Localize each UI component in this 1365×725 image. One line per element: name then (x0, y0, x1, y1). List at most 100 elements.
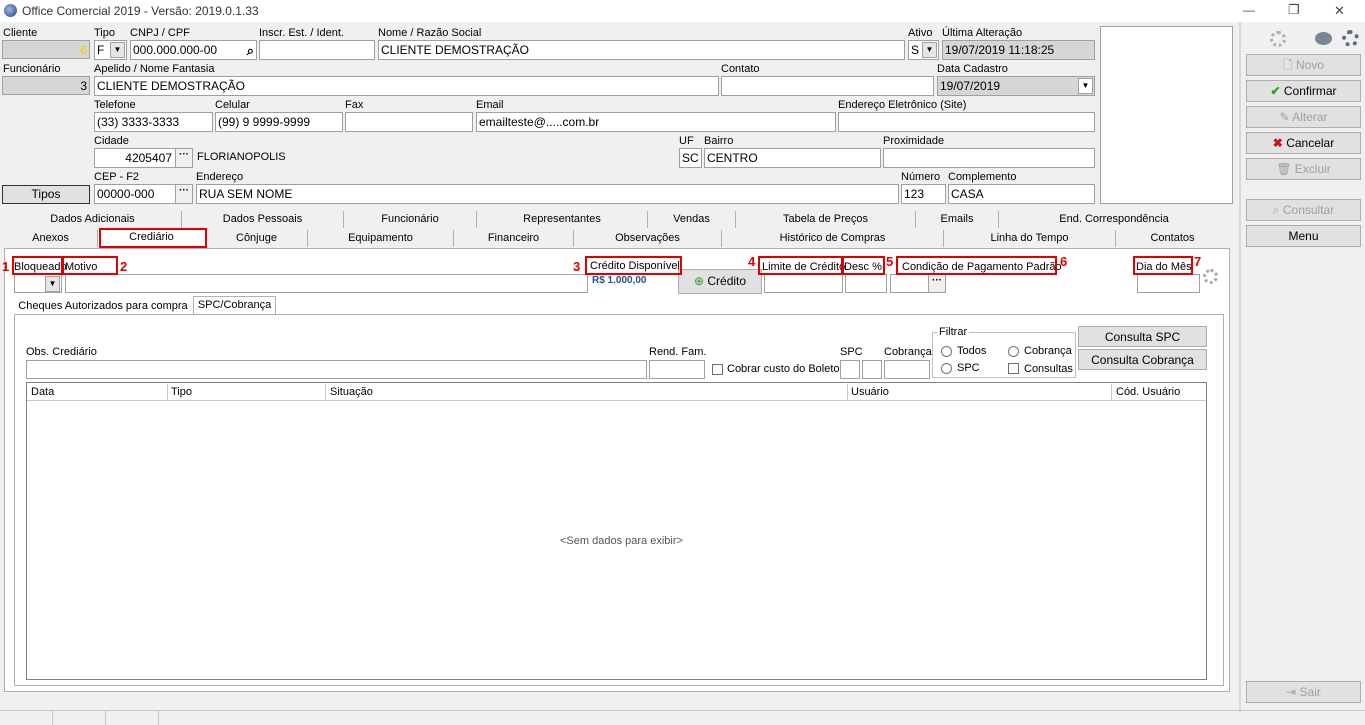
endereco-input[interactable]: RUA SEM NOME (196, 184, 899, 204)
gear-icon[interactable] (1203, 269, 1218, 284)
radio-cobranca[interactable] (1008, 346, 1019, 357)
cadastro-field[interactable]: 19/07/2019 ▼ (937, 76, 1095, 96)
subtabs: Cheques Autorizados para compra SPC/Cobr… (14, 296, 1224, 315)
email-input[interactable]: emailteste@.....com.br (476, 112, 836, 132)
subtab-cheques[interactable]: Cheques Autorizados para compra (14, 298, 192, 315)
tab-emails[interactable]: Emails (916, 211, 999, 228)
contato-label: Contato (721, 63, 760, 75)
col-divider (847, 384, 848, 400)
cobranca-input[interactable] (884, 360, 930, 379)
numero-input[interactable]: 123 (901, 184, 946, 204)
fax-input[interactable] (345, 112, 473, 132)
spc-input[interactable] (840, 360, 860, 379)
cobrar-checkbox[interactable] (712, 364, 723, 375)
motivo-input[interactable] (65, 274, 588, 293)
col-situacao[interactable]: Situação (330, 386, 373, 398)
tab-anexos[interactable]: Anexos (4, 230, 98, 247)
col-divider (325, 384, 326, 400)
maximize-button[interactable]: ❐ (1288, 2, 1300, 18)
tab-financeiro[interactable]: Financeiro (454, 230, 574, 247)
tipo-select[interactable]: F ▼ (94, 40, 127, 60)
tipos-button[interactable]: Tipos (2, 185, 90, 204)
tab-conjuge[interactable]: Cônjuge (206, 230, 308, 247)
apelido-input[interactable]: CLIENTE DEMOSTRAÇÃO (94, 76, 719, 96)
money-icon: ⊕ (693, 274, 705, 288)
col-tipo[interactable]: Tipo (171, 386, 192, 398)
chevron-down-icon[interactable]: ▼ (1078, 78, 1093, 94)
complemento-input[interactable]: CASA (948, 184, 1095, 204)
condicao-input[interactable]: ··· (890, 274, 946, 293)
proximidade-label: Proximidade (883, 135, 945, 147)
lookup-button[interactable]: ··· (175, 149, 192, 167)
tab-representantes[interactable]: Representantes (477, 211, 648, 228)
limite-input[interactable] (764, 274, 843, 293)
dia-input[interactable] (1137, 274, 1200, 293)
telefone-input[interactable]: (33) 3333-3333 (94, 112, 213, 132)
cobrar-label: Cobrar custo do Boleto (727, 363, 840, 375)
spc-label: SPC (840, 346, 863, 358)
bairro-input[interactable]: CENTRO (704, 148, 881, 168)
cnpj-input[interactable]: 000.000.000-00 ⌕ (130, 40, 257, 60)
tab-observacoes[interactable]: Observações (574, 230, 722, 247)
tab-tabela-precos[interactable]: Tabela de Preços (736, 211, 916, 228)
spc-input-2[interactable] (862, 360, 882, 379)
chat-icon[interactable] (1315, 32, 1332, 45)
minimize-button[interactable]: — (1243, 3, 1255, 17)
consultas-checkbox[interactable] (1008, 363, 1019, 374)
tipo-label: Tipo (94, 27, 115, 39)
tab-equipamento[interactable]: Equipamento (308, 230, 454, 247)
col-cod-usuario[interactable]: Cód. Usuário (1116, 386, 1180, 398)
col-usuario[interactable]: Usuário (851, 386, 889, 398)
tab-dados-pessoais[interactable]: Dados Pessoais (182, 211, 344, 228)
consulta-spc-button[interactable]: Consulta SPC (1078, 326, 1207, 347)
subtab-spc-cobranca[interactable]: SPC/Cobrança (193, 296, 276, 315)
tab-funcionario[interactable]: Funcionário (344, 211, 477, 228)
tab-linha-do-tempo[interactable]: Linha do Tempo (944, 230, 1116, 247)
data-grid[interactable] (26, 382, 1207, 680)
bloqueado-select[interactable]: ▼ (14, 274, 62, 293)
tab-contatos[interactable]: Contatos (1116, 230, 1229, 247)
tab-dados-adicionais[interactable]: Dados Adicionais (4, 211, 182, 228)
settings-icon[interactable] (1342, 30, 1359, 47)
ativo-select[interactable]: S ▼ (908, 40, 939, 60)
confirmar-button[interactable]: ✔ Confirmar (1246, 80, 1361, 102)
tab-end-correspondencia[interactable]: End. Correspondência (999, 211, 1229, 228)
lookup-button[interactable]: ··· (928, 275, 945, 292)
uf-input[interactable]: SC (679, 148, 702, 168)
radio-spc-label: SPC (957, 362, 980, 374)
search-icon[interactable]: ⌕ (247, 42, 254, 59)
desc-input[interactable] (845, 274, 887, 293)
gear-icon[interactable] (1270, 31, 1286, 47)
cep-input[interactable]: 00000-000 ··· (94, 184, 193, 204)
proximidade-input[interactable] (883, 148, 1095, 168)
close-button[interactable]: ✕ (1334, 3, 1345, 19)
cobranca-label: Cobrança (884, 346, 932, 358)
consulta-cobranca-button[interactable]: Consulta Cobrança (1078, 349, 1207, 370)
filtrar-label: Filtrar (937, 326, 970, 338)
menu-button[interactable]: Menu (1246, 225, 1361, 247)
obs-input[interactable] (26, 360, 647, 379)
cancelar-button[interactable]: ✖ Cancelar (1246, 132, 1361, 154)
celular-label: Celular (215, 99, 250, 111)
tab-historico-compras[interactable]: Histórico de Compras (722, 230, 944, 247)
excluir-button: 🗑 Excluir (1246, 158, 1361, 180)
right-panel-divider (1239, 22, 1241, 712)
tab-vendas[interactable]: Vendas (648, 211, 736, 228)
celular-input[interactable]: (99) 9 9999-9999 (215, 112, 343, 132)
photo-box[interactable] (1100, 26, 1233, 204)
lookup-button[interactable]: ··· (175, 185, 192, 203)
contato-input[interactable] (721, 76, 934, 96)
rend-input[interactable] (649, 360, 705, 379)
radio-spc[interactable] (941, 363, 952, 374)
status-panel (158, 711, 159, 725)
radio-todos[interactable] (941, 346, 952, 357)
credito-button[interactable]: ⊕ Crédito (678, 269, 762, 294)
cidade-code-input[interactable]: 4205407 ··· (94, 148, 193, 168)
numero-label: Número (901, 171, 941, 183)
site-input[interactable] (838, 112, 1095, 132)
nome-input[interactable]: CLIENTE DEMOSTRAÇÃO (378, 40, 905, 60)
chevron-down-icon: ▼ (922, 42, 937, 58)
inscr-input[interactable] (259, 40, 375, 60)
annotation-num-5: 5 (886, 254, 894, 269)
col-data[interactable]: Data (31, 386, 54, 398)
